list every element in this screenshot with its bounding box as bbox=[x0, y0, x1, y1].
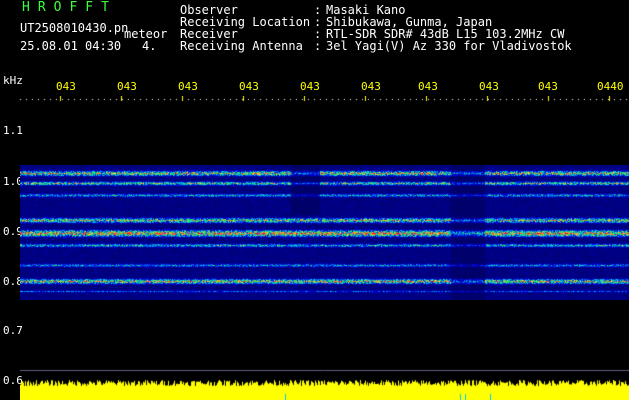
x-tick-label: 043 bbox=[178, 80, 198, 93]
x-tick-label: 043 bbox=[239, 80, 259, 93]
x-tick-label: 043 bbox=[117, 80, 137, 93]
hrofft-window: HROFFT UT2508010430.pn meteor 25.08.01 0… bbox=[0, 0, 629, 400]
antenna-value: 3el Yagi(V) Az 330 for Vladivostok bbox=[326, 39, 572, 53]
y-tick-label: 0.7 bbox=[3, 324, 23, 337]
y-tick-label: 1.1 bbox=[3, 124, 23, 137]
file-name: UT2508010430.pn bbox=[20, 21, 129, 35]
antenna-label: Receiving Antenna bbox=[180, 39, 303, 53]
x-tick-label: 043 bbox=[418, 80, 438, 93]
x-tick-label: 0440 bbox=[597, 80, 624, 93]
antenna-sep: : bbox=[314, 39, 322, 53]
date-time: 25.08.01 04:30 bbox=[20, 39, 122, 53]
y-axis-unit: kHz bbox=[3, 74, 23, 87]
spectrogram bbox=[20, 165, 629, 300]
x-tick-label: 043 bbox=[300, 80, 320, 93]
app-logo: HROFFT bbox=[22, 0, 117, 15]
x-tick-label: 043 bbox=[56, 80, 76, 93]
x-tick-label: 043 bbox=[538, 80, 558, 93]
minute-tag: 4. bbox=[142, 39, 157, 53]
x-tick-label: 043 bbox=[361, 80, 381, 93]
x-tick-label: 043 bbox=[479, 80, 499, 93]
x-tick-dots bbox=[0, 96, 629, 104]
noise-baseline bbox=[20, 368, 629, 400]
